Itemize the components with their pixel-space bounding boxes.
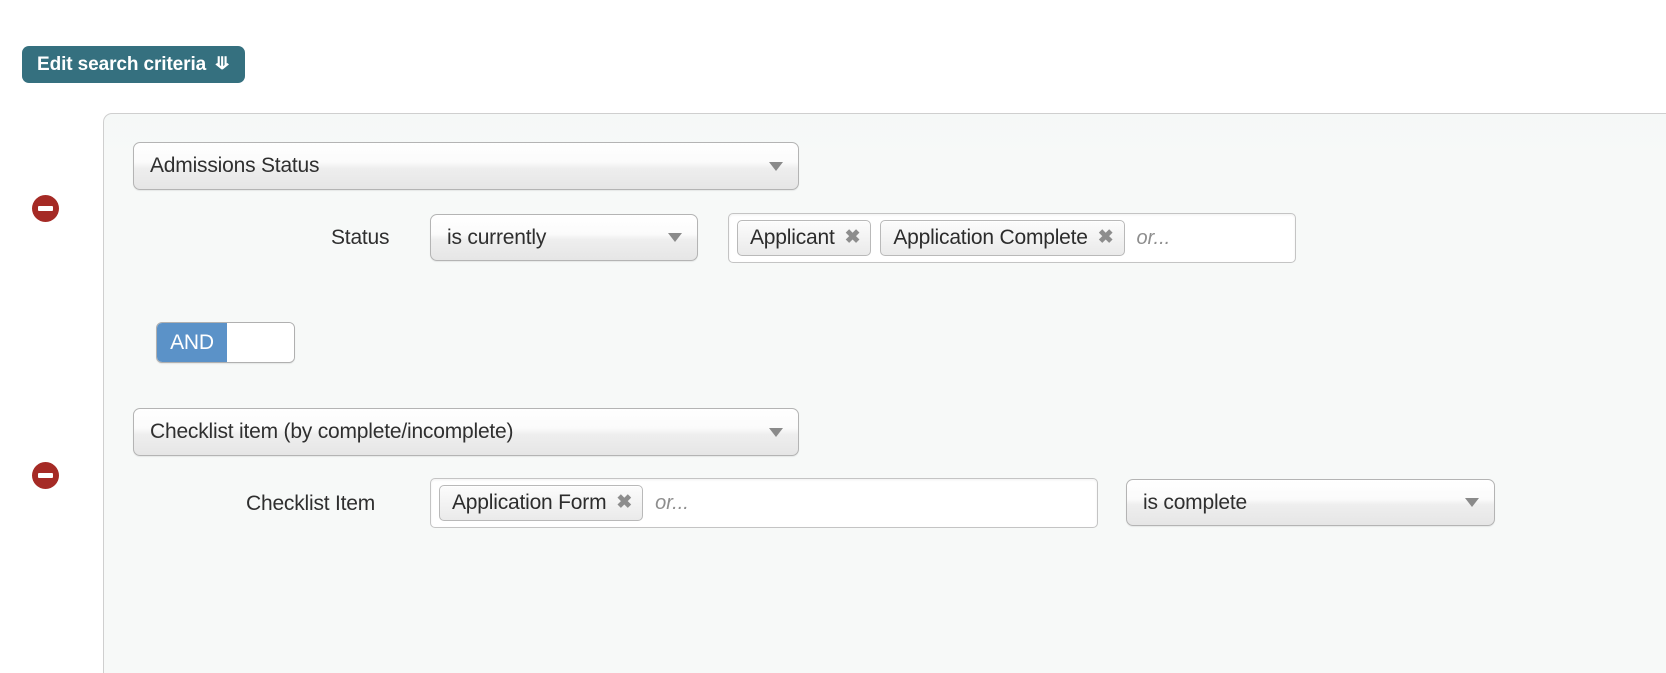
search-criteria-panel bbox=[103, 113, 1666, 673]
status-token-placeholder: or... bbox=[1134, 227, 1171, 250]
token-chip[interactable]: Application Complete ✖ bbox=[880, 220, 1124, 256]
status-row-label: Status bbox=[331, 226, 389, 250]
criterion-field-select-2[interactable]: Checklist item (by complete/incomplete) bbox=[133, 408, 799, 456]
checklist-item-operator-select-value: is complete bbox=[1127, 491, 1465, 515]
checklist-item-operator-select[interactable]: is complete bbox=[1126, 479, 1495, 526]
token-chip[interactable]: Applicant ✖ bbox=[737, 220, 871, 256]
chevron-down-icon bbox=[1465, 498, 1479, 507]
remove-criterion-button-2[interactable] bbox=[32, 462, 59, 489]
chevron-down-icon bbox=[769, 162, 783, 171]
remove-circle-icon bbox=[38, 473, 53, 478]
criterion-field-select-1-value: Admissions Status bbox=[134, 154, 769, 178]
checklist-item-token-placeholder: or... bbox=[652, 492, 689, 515]
remove-criterion-button-1[interactable] bbox=[32, 195, 59, 222]
criterion-field-select-2-value: Checklist item (by complete/incomplete) bbox=[134, 420, 769, 444]
checklist-item-token-input[interactable]: Application Form ✖ or... bbox=[430, 478, 1098, 528]
chevron-down-icon bbox=[668, 233, 682, 242]
edit-search-criteria-label: Edit search criteria bbox=[37, 54, 206, 76]
token-chip[interactable]: Application Form ✖ bbox=[439, 485, 643, 521]
token-chip-label: Applicant bbox=[750, 226, 835, 250]
chevron-down-icon bbox=[769, 428, 783, 437]
status-operator-select[interactable]: is currently bbox=[430, 214, 698, 261]
token-chip-label: Application Complete bbox=[893, 226, 1087, 250]
status-operator-select-value: is currently bbox=[431, 226, 668, 250]
and-or-toggle[interactable]: AND bbox=[156, 322, 295, 363]
close-icon[interactable]: ✖ bbox=[1098, 228, 1114, 247]
close-icon[interactable]: ✖ bbox=[845, 228, 861, 247]
token-chip-label: Application Form bbox=[452, 491, 606, 515]
and-or-toggle-unselected-segment[interactable] bbox=[227, 323, 294, 362]
edit-search-criteria-button[interactable]: Edit search criteria ⤋ bbox=[22, 46, 245, 83]
and-or-toggle-selected-segment[interactable]: AND bbox=[157, 323, 227, 362]
criterion-field-select-1[interactable]: Admissions Status bbox=[133, 142, 799, 190]
close-icon[interactable]: ✖ bbox=[616, 493, 632, 512]
checklist-item-row-label: Checklist Item bbox=[246, 492, 375, 516]
chevron-down-icon: ⤋ bbox=[213, 55, 231, 72]
remove-circle-icon bbox=[38, 206, 53, 211]
status-token-input[interactable]: Applicant ✖ Application Complete ✖ or... bbox=[728, 213, 1296, 263]
